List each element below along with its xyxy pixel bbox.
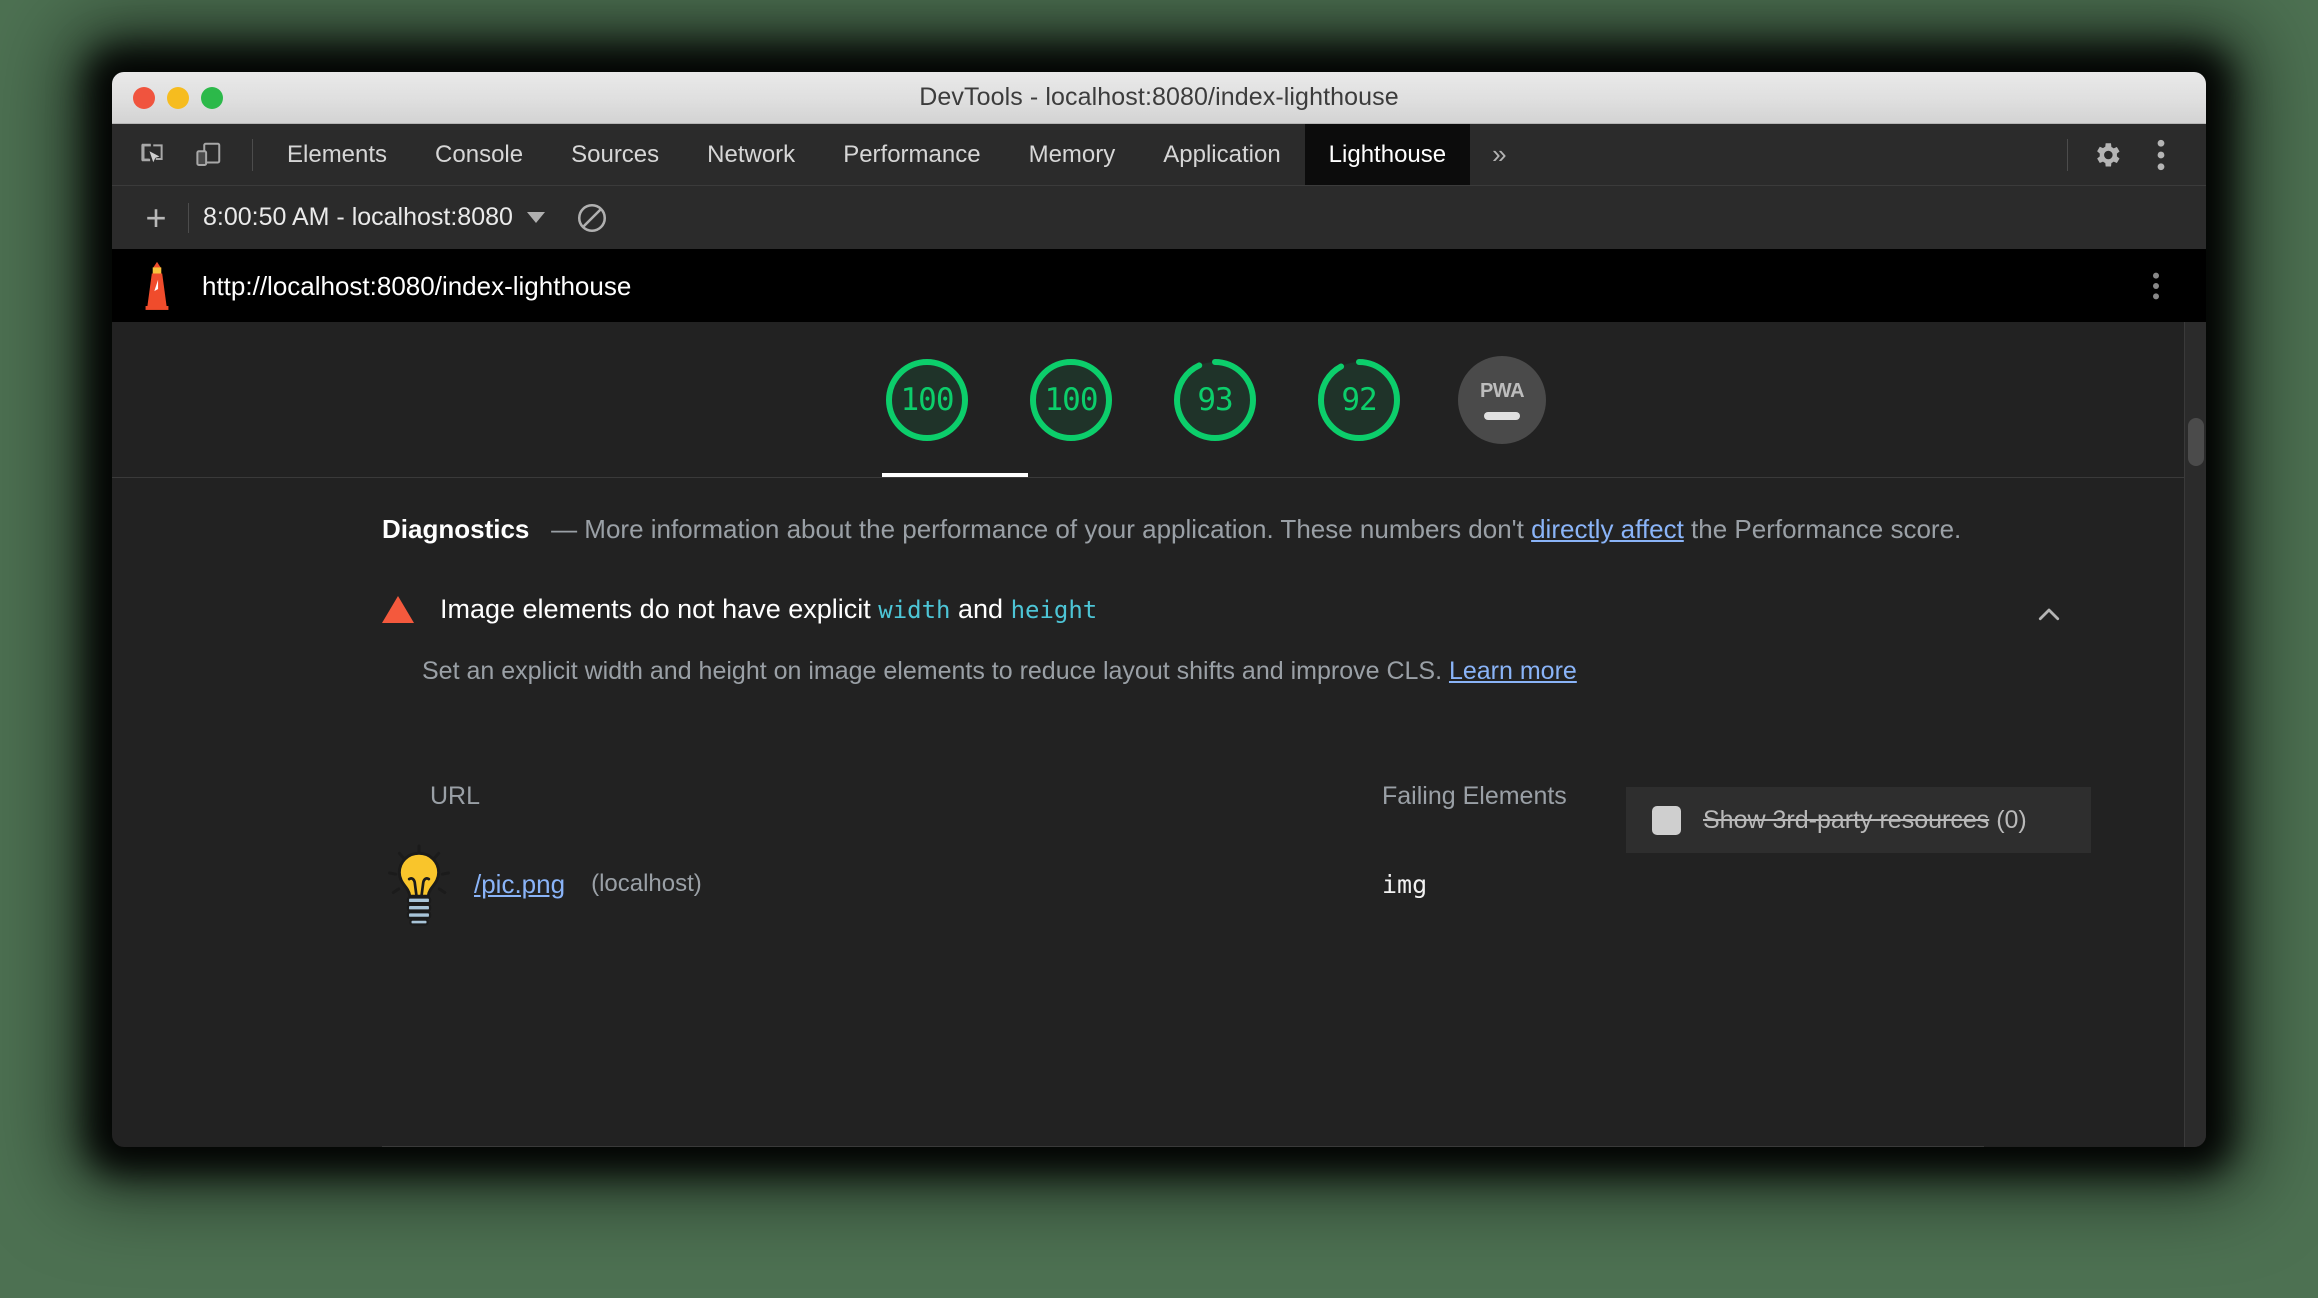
diagnostics-dash: — bbox=[551, 514, 578, 544]
lighthouse-toolbar-divider bbox=[188, 202, 189, 233]
report-body: 100 100 93 92 PWA Diagnostics — More inf… bbox=[112, 322, 2206, 1147]
gauge-score-value: 100 bbox=[1044, 381, 1099, 418]
diagnostics-text-after: the Performance score. bbox=[1683, 514, 1962, 544]
gauge-pwa[interactable]: PWA bbox=[1458, 355, 1546, 444]
window-title: DevTools - localhost:8080/index-lighthou… bbox=[919, 83, 1399, 111]
show-third-party-toggle[interactable]: Show 3rd-party resources (0) bbox=[1626, 787, 2091, 854]
tabstrip-right-divider bbox=[2067, 138, 2068, 171]
audit-description: Set an explicit width and height on imag… bbox=[422, 657, 2082, 686]
tab-elements[interactable]: Elements bbox=[263, 124, 411, 185]
directly-affect-link[interactable]: directly affect bbox=[1531, 514, 1684, 544]
toolbar-divider bbox=[252, 138, 253, 171]
pwa-label: PWA bbox=[1479, 379, 1525, 402]
learn-more-link[interactable]: Learn more bbox=[1449, 657, 1577, 685]
devtools-tabs: Elements Console Sources Network Perform… bbox=[263, 124, 1529, 185]
gauge-best-practices[interactable]: 93 bbox=[1170, 355, 1260, 445]
gauge-score-value: 92 bbox=[1341, 381, 1377, 418]
tab-memory[interactable]: Memory bbox=[1005, 124, 1140, 185]
report-menu-kebab-icon[interactable] bbox=[2136, 266, 2176, 306]
cell-url: /pic.png (localhost) bbox=[382, 841, 1382, 927]
audit-title: Image elements do not have explicit widt… bbox=[440, 594, 1097, 625]
window-titlebar: DevTools - localhost:8080/index-lighthou… bbox=[112, 72, 2206, 124]
column-header-failing-elements: Failing Elements bbox=[1382, 782, 1567, 811]
audit-header[interactable]: Image elements do not have explicit widt… bbox=[382, 594, 2082, 625]
pwa-dash-icon bbox=[1484, 411, 1520, 420]
warning-triangle-icon bbox=[382, 596, 414, 624]
tab-application[interactable]: Application bbox=[1139, 124, 1304, 185]
tab-lighthouse[interactable]: Lighthouse bbox=[1304, 124, 1471, 185]
active-category-indicator bbox=[882, 473, 1028, 477]
resource-host: (localhost) bbox=[591, 870, 702, 898]
content-bottom-divider bbox=[382, 1146, 1984, 1147]
diagnostics-title: Diagnostics bbox=[382, 514, 530, 544]
gauge-accessibility[interactable]: 100 bbox=[1026, 355, 1116, 445]
tab-performance[interactable]: Performance bbox=[819, 124, 1004, 185]
gauge-performance[interactable]: 100 bbox=[882, 355, 972, 445]
audit-code-width: width bbox=[878, 596, 951, 625]
more-tabs-icon[interactable]: » bbox=[1470, 124, 1528, 185]
report-run-value: 8:00:50 AM - localhost:8080 bbox=[203, 203, 513, 231]
new-report-button[interactable]: + bbox=[134, 196, 178, 240]
table-row: /pic.png (localhost) img bbox=[382, 841, 2082, 927]
tab-sources[interactable]: Sources bbox=[547, 124, 683, 185]
report-run-selector[interactable]: 8:00:50 AM - localhost:8080 bbox=[203, 203, 545, 232]
inspect-element-icon[interactable] bbox=[130, 133, 174, 177]
gauge-score-value: 100 bbox=[900, 381, 955, 418]
devtools-window: DevTools - localhost:8080/index-lighthou… bbox=[112, 72, 2206, 1147]
settings-gear-icon[interactable] bbox=[2082, 130, 2132, 180]
tabstrip-right-controls bbox=[2057, 124, 2206, 185]
lighthouse-logo-icon bbox=[145, 261, 169, 310]
resource-url-link[interactable]: /pic.png bbox=[474, 869, 565, 900]
audit-item-image-size: Image elements do not have explicit widt… bbox=[382, 594, 2091, 927]
diagnostics-description: Diagnostics — More information about the… bbox=[382, 512, 2022, 546]
lightbulb-thumbnail-image bbox=[388, 844, 450, 926]
chevron-down-icon bbox=[526, 212, 545, 223]
diagnostics-section: Diagnostics — More information about the… bbox=[382, 478, 2022, 546]
report-url: http://localhost:8080/index-lighthouse bbox=[202, 270, 632, 301]
device-toolbar-icon[interactable] bbox=[186, 133, 230, 177]
column-header-url: URL bbox=[430, 782, 481, 811]
audit-code-height: height bbox=[1010, 596, 1098, 625]
devtools-tool-icons bbox=[112, 124, 263, 185]
tab-console[interactable]: Console bbox=[411, 124, 547, 185]
report-scrollbar[interactable] bbox=[2184, 322, 2206, 1147]
more-options-kebab-icon[interactable] bbox=[2136, 130, 2186, 180]
clear-all-icon[interactable] bbox=[575, 201, 609, 235]
chevron-up-icon[interactable] bbox=[2034, 600, 2064, 630]
audit-description-text: Set an explicit width and height on imag… bbox=[422, 657, 1449, 686]
report-content: Diagnostics — More information about the… bbox=[112, 478, 2206, 927]
third-party-label-text: Show 3rd-party resources bbox=[1703, 805, 1990, 834]
lighthouse-toolbar: + 8:00:50 AM - localhost:8080 bbox=[112, 186, 2206, 250]
category-gauges: 100 100 93 92 PWA bbox=[112, 322, 2206, 477]
report-header: http://localhost:8080/index-lighthouse bbox=[112, 250, 2206, 322]
audit-title-part1: Image elements do not have explicit bbox=[440, 594, 879, 625]
tab-network[interactable]: Network bbox=[683, 124, 819, 185]
gauge-score-value: 93 bbox=[1197, 381, 1233, 418]
diagnostics-text-before: More information about the performance o… bbox=[584, 514, 1532, 544]
report-scrollbar-thumb[interactable] bbox=[2188, 418, 2204, 466]
cell-failing-element: img bbox=[1382, 869, 1428, 899]
third-party-label: Show 3rd-party resources (0) bbox=[1703, 806, 2027, 835]
third-party-checkbox[interactable] bbox=[1652, 805, 1681, 835]
devtools-tabstrip: Elements Console Sources Network Perform… bbox=[112, 124, 2206, 186]
gauge-seo[interactable]: 92 bbox=[1314, 355, 1404, 445]
lighthouse-report: http://localhost:8080/index-lighthouse 1… bbox=[112, 250, 2206, 1147]
audit-title-part2: and bbox=[950, 594, 1011, 625]
third-party-count: (0) bbox=[1996, 805, 2027, 834]
